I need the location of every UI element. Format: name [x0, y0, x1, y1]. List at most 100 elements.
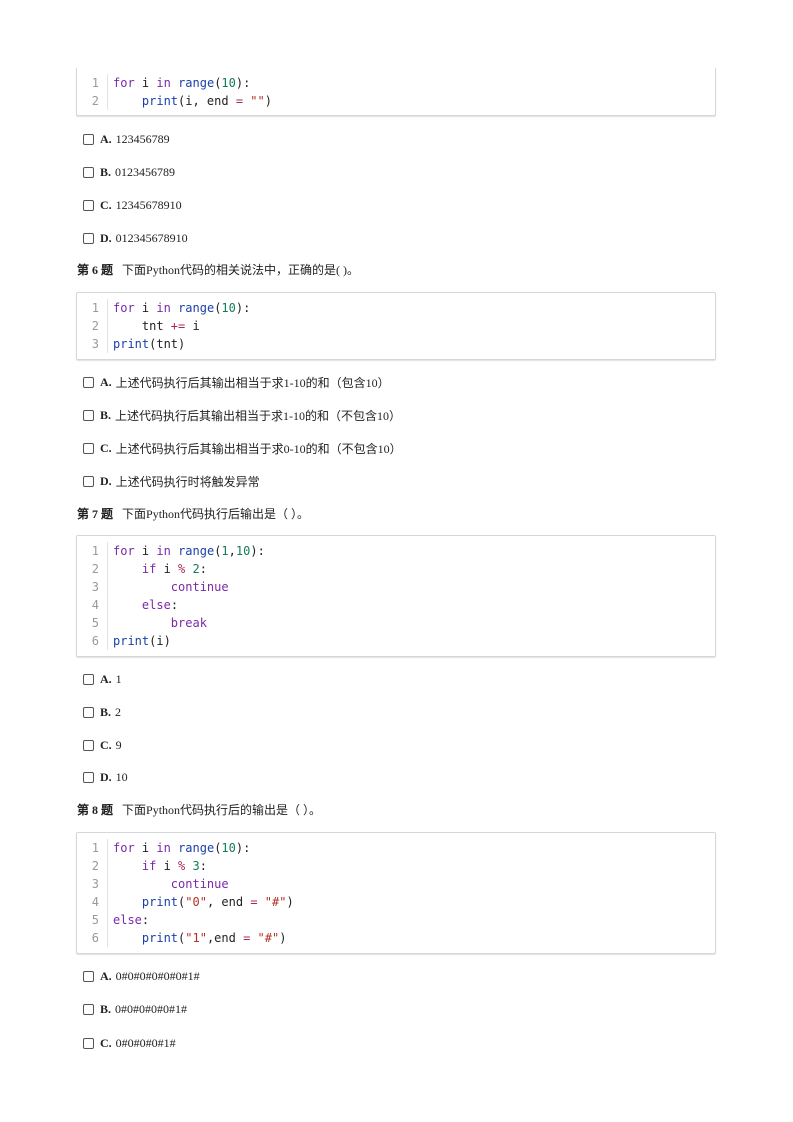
option-text: 012345678910	[115, 230, 188, 245]
code-token: 10	[221, 841, 236, 855]
option-text: 上述代码执行后其输出相当于求0-10的和（不包含10）	[115, 441, 402, 456]
checkbox[interactable]	[83, 442, 94, 454]
code-token: 3	[192, 859, 200, 873]
checkbox[interactable]	[83, 970, 94, 982]
checkbox[interactable]	[83, 706, 94, 718]
checkbox[interactable]	[83, 232, 94, 244]
code-token: continue	[170, 580, 229, 594]
option-q6-c[interactable]: C. 上述代码执行后其输出相当于求0-10的和（不包含10）	[83, 440, 402, 456]
code-token: , end	[206, 895, 251, 909]
option-text: 12345678910	[115, 197, 182, 212]
code-token: i	[156, 562, 179, 576]
code-token: if	[141, 562, 157, 576]
option-q7-b[interactable]: B. 2	[83, 704, 121, 720]
code-token: )	[286, 895, 294, 909]
checkbox[interactable]	[83, 771, 94, 783]
option-q5-d[interactable]: D. 012345678910	[83, 230, 188, 246]
option-q7-d[interactable]: D. 10	[83, 769, 128, 785]
checkbox[interactable]	[83, 133, 94, 145]
checkbox[interactable]	[83, 166, 94, 178]
code-token: ):	[250, 544, 265, 558]
code-line: 1 for i in range(1,10):	[77, 542, 715, 560]
code-line: 2 if i % 2:	[77, 560, 715, 578]
code-text: tnt += i	[108, 317, 200, 335]
option-text: 上述代码执行时将触发异常	[115, 474, 260, 489]
code-token: for	[113, 544, 135, 558]
checkbox[interactable]	[83, 475, 94, 487]
code-token: in	[156, 76, 171, 90]
code-line: 3 print(tnt)	[77, 335, 715, 353]
code-line: 5 break	[77, 614, 715, 632]
code-token: ""	[250, 94, 265, 108]
code-text: print(i, end = "")	[108, 92, 272, 110]
option-q8-b[interactable]: B. 0#0#0#0#0#1#	[83, 1001, 187, 1017]
checkbox[interactable]	[83, 1003, 94, 1015]
option-text: 1	[115, 671, 122, 686]
option-q8-c[interactable]: C. 0#0#0#0#1#	[83, 1035, 176, 1051]
question-number: 第 8 题	[77, 803, 114, 817]
checkbox[interactable]	[83, 739, 94, 751]
option-q6-d[interactable]: D. 上述代码执行时将触发异常	[83, 473, 260, 489]
option-letter: D.	[100, 473, 112, 488]
code-block-q7: 1 for i in range(1,10): 2 if i % 2: 3 conti…	[76, 535, 716, 657]
option-letter: A.	[100, 671, 112, 686]
code-text: print(tnt)	[108, 335, 185, 353]
code-token: i	[185, 319, 200, 333]
code-token: ):	[235, 76, 251, 90]
checkbox[interactable]	[83, 673, 94, 685]
code-token: print	[141, 895, 179, 909]
code-token: else	[141, 598, 171, 612]
question-7: 第 7 题 下面Python代码执行后输出是（ ）。	[77, 506, 309, 522]
option-letter: B.	[100, 704, 112, 719]
code-line: 3 continue	[77, 875, 715, 893]
line-number: 1	[77, 299, 108, 317]
option-q8-a[interactable]: A. 0#0#0#0#0#0#1#	[83, 968, 200, 984]
code-line: 6 print("1",end = "#")	[77, 929, 715, 947]
line-number: 2	[77, 92, 108, 110]
option-q5-b[interactable]: B. 0123456789	[83, 164, 175, 180]
checkbox[interactable]	[83, 199, 94, 211]
line-number: 6	[77, 929, 108, 947]
option-q7-a[interactable]: A. 1	[83, 671, 122, 687]
code-token: i	[156, 859, 179, 873]
option-q7-c[interactable]: C. 9	[83, 737, 122, 753]
code-token: ):	[235, 841, 251, 855]
option-letter: A.	[100, 374, 112, 389]
code-token: if	[141, 859, 157, 873]
option-letter: B.	[100, 164, 112, 179]
code-token: break	[170, 616, 207, 630]
option-text: 0123456789	[115, 164, 176, 179]
code-text: continue	[108, 875, 229, 893]
option-letter: D.	[100, 769, 112, 784]
option-q5-c[interactable]: C. 12345678910	[83, 197, 182, 213]
checkbox[interactable]	[83, 376, 94, 388]
option-q6-b[interactable]: B. 上述代码执行后其输出相当于求1-10的和（不包含10）	[83, 407, 401, 423]
option-q6-a[interactable]: A. 上述代码执行后其输出相当于求1-10的和（包含10）	[83, 374, 390, 390]
code-text: continue	[108, 578, 229, 596]
code-text: break	[108, 614, 207, 632]
code-token: 2	[192, 562, 200, 576]
code-text: print("1",end = "#")	[108, 929, 287, 947]
code-token: ,end	[206, 931, 244, 945]
option-text: 10	[115, 769, 128, 784]
code-token: "#"	[264, 895, 287, 909]
code-token: in	[156, 841, 171, 855]
code-line: 4 else:	[77, 596, 715, 614]
code-text: else:	[108, 596, 178, 614]
option-text: 9	[115, 737, 122, 752]
option-text: 上述代码执行后其输出相当于求1-10的和（包含10）	[115, 375, 390, 390]
option-q5-a[interactable]: A. 123456789	[83, 131, 170, 147]
checkbox[interactable]	[83, 409, 94, 421]
code-token: for	[113, 841, 135, 855]
checkbox[interactable]	[83, 1037, 94, 1049]
line-number: 6	[77, 632, 108, 650]
line-number: 4	[77, 893, 108, 911]
